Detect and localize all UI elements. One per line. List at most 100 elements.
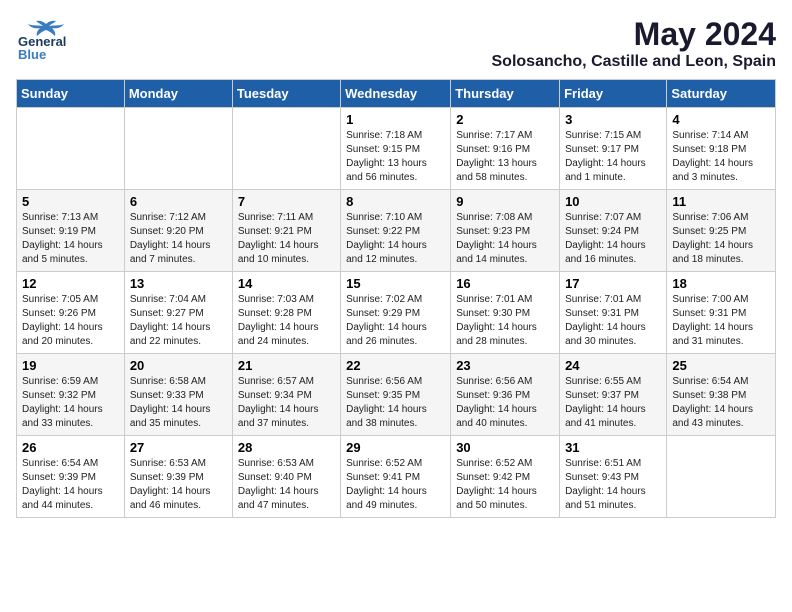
calendar-day-cell: 4Sunrise: 7:14 AMSunset: 9:18 PMDaylight… bbox=[667, 108, 776, 190]
day-number: 4 bbox=[672, 112, 770, 127]
day-number: 19 bbox=[22, 358, 119, 373]
day-info: Sunrise: 7:18 AMSunset: 9:15 PMDaylight:… bbox=[346, 129, 445, 185]
day-number: 24 bbox=[565, 358, 661, 373]
day-number: 5 bbox=[22, 194, 119, 209]
calendar-day-cell: 18 Sunrise: 7:00 AMSunset: 9:31 PMDayligh… bbox=[667, 272, 776, 354]
day-info: Sunrise: 7:13 AMSunset: 9:19 PMDaylight:… bbox=[22, 211, 119, 267]
day-number: 27 bbox=[130, 440, 227, 455]
calendar-day-cell: 20 Sunrise: 6:58 AMSunset: 9:33 PMDayligh… bbox=[124, 354, 232, 436]
calendar-day-cell: 22 Sunrise: 6:56 AMSunset: 9:35 PMDayligh… bbox=[341, 354, 451, 436]
day-number: 13 bbox=[130, 276, 227, 291]
calendar-week-row: 26 Sunrise: 6:54 AMSunset: 9:39 PMDayligh… bbox=[17, 436, 776, 518]
calendar-day-cell: 1 Sunrise: 7:18 AMSunset: 9:15 PMDaylight… bbox=[341, 108, 451, 190]
calendar-day-cell: 25Sunrise: 6:54 AMSunset: 9:38 PMDayligh… bbox=[667, 354, 776, 436]
calendar-day-cell bbox=[667, 436, 776, 518]
day-info: Sunrise: 7:08 AMSunset: 9:23 PMDaylight:… bbox=[456, 211, 554, 267]
day-info: Sunrise: 6:52 AMSunset: 9:41 PMDaylight:… bbox=[346, 457, 445, 513]
day-info: Sunrise: 6:57 AMSunset: 9:34 PMDaylight:… bbox=[238, 375, 335, 431]
day-number: 16 bbox=[456, 276, 554, 291]
calendar-day-cell: 13 Sunrise: 7:04 AMSunset: 9:27 PMDayligh… bbox=[124, 272, 232, 354]
weekday-header: Monday bbox=[124, 80, 232, 108]
calendar-day-cell: 27Sunrise: 6:53 AMSunset: 9:39 PMDayligh… bbox=[124, 436, 232, 518]
day-number: 1 bbox=[346, 112, 445, 127]
day-number: 21 bbox=[238, 358, 335, 373]
day-number: 14 bbox=[238, 276, 335, 291]
calendar-day-cell bbox=[232, 108, 340, 190]
calendar-day-cell: 3 Sunrise: 7:15 AMSunset: 9:17 PMDaylight… bbox=[560, 108, 667, 190]
day-number: 23 bbox=[456, 358, 554, 373]
day-number: 22 bbox=[346, 358, 445, 373]
logo: General Blue bbox=[16, 16, 76, 60]
day-info: Sunrise: 6:52 AMSunset: 9:42 PMDaylight:… bbox=[456, 457, 554, 513]
calendar-day-cell: 24 Sunrise: 6:55 AMSunset: 9:37 PMDayligh… bbox=[560, 354, 667, 436]
calendar-week-row: 5 Sunrise: 7:13 AMSunset: 9:19 PMDaylight… bbox=[17, 190, 776, 272]
day-info: Sunrise: 6:54 AMSunset: 9:38 PMDaylight:… bbox=[672, 375, 770, 431]
day-number: 31 bbox=[565, 440, 661, 455]
day-info: Sunrise: 6:56 AMSunset: 9:35 PMDaylight:… bbox=[346, 375, 445, 431]
calendar-day-cell: 2 Sunrise: 7:17 AMSunset: 9:16 PMDaylight… bbox=[451, 108, 560, 190]
day-info: Sunrise: 7:00 AMSunset: 9:31 PMDaylight:… bbox=[672, 293, 770, 349]
day-info: Sunrise: 6:53 AMSunset: 9:40 PMDaylight:… bbox=[238, 457, 335, 513]
day-number: 6 bbox=[130, 194, 227, 209]
calendar-day-cell: 28 Sunrise: 6:53 AMSunset: 9:40 PMDayligh… bbox=[232, 436, 340, 518]
day-info: Sunrise: 7:15 AMSunset: 9:17 PMDaylight:… bbox=[565, 129, 661, 185]
page-subtitle: Solosancho, Castille and Leon, Spain bbox=[492, 53, 777, 71]
calendar-day-cell: 29 Sunrise: 6:52 AMSunset: 9:41 PMDayligh… bbox=[341, 436, 451, 518]
day-info: Sunrise: 6:59 AMSunset: 9:32 PMDaylight:… bbox=[22, 375, 119, 431]
day-info: Sunrise: 7:12 AMSunset: 9:20 PMDaylight:… bbox=[130, 211, 227, 267]
day-info: Sunrise: 7:04 AMSunset: 9:27 PMDaylight:… bbox=[130, 293, 227, 349]
day-number: 20 bbox=[130, 358, 227, 373]
day-number: 9 bbox=[456, 194, 554, 209]
page-title: May 2024 bbox=[492, 16, 777, 53]
day-number: 15 bbox=[346, 276, 445, 291]
day-info: Sunrise: 7:03 AMSunset: 9:28 PMDaylight:… bbox=[238, 293, 335, 349]
day-number: 26 bbox=[22, 440, 119, 455]
weekday-header: Tuesday bbox=[232, 80, 340, 108]
calendar-day-cell: 11Sunrise: 7:06 AMSunset: 9:25 PMDayligh… bbox=[667, 190, 776, 272]
day-info: Sunrise: 7:05 AMSunset: 9:26 PMDaylight:… bbox=[22, 293, 119, 349]
day-number: 3 bbox=[565, 112, 661, 127]
calendar-day-cell: 31 Sunrise: 6:51 AMSunset: 9:43 PMDayligh… bbox=[560, 436, 667, 518]
calendar-day-cell: 15 Sunrise: 7:02 AMSunset: 9:29 PMDayligh… bbox=[341, 272, 451, 354]
svg-text:Blue: Blue bbox=[18, 47, 46, 60]
calendar-day-cell: 26 Sunrise: 6:54 AMSunset: 9:39 PMDayligh… bbox=[17, 436, 125, 518]
title-block: May 2024 Solosancho, Castille and Leon, … bbox=[492, 16, 777, 71]
day-number: 18 bbox=[672, 276, 770, 291]
day-info: Sunrise: 6:51 AMSunset: 9:43 PMDaylight:… bbox=[565, 457, 661, 513]
day-info: Sunrise: 6:55 AMSunset: 9:37 PMDaylight:… bbox=[565, 375, 661, 431]
calendar-week-row: 1 Sunrise: 7:18 AMSunset: 9:15 PMDaylight… bbox=[17, 108, 776, 190]
weekday-header: Sunday bbox=[17, 80, 125, 108]
day-number: 7 bbox=[238, 194, 335, 209]
calendar-day-cell: 23 Sunrise: 6:56 AMSunset: 9:36 PMDayligh… bbox=[451, 354, 560, 436]
day-number: 28 bbox=[238, 440, 335, 455]
day-number: 11 bbox=[672, 194, 770, 209]
day-info: Sunrise: 7:02 AMSunset: 9:29 PMDaylight:… bbox=[346, 293, 445, 349]
calendar-day-cell: 8Sunrise: 7:10 AMSunset: 9:22 PMDaylight… bbox=[341, 190, 451, 272]
calendar-week-row: 12Sunrise: 7:05 AMSunset: 9:26 PMDayligh… bbox=[17, 272, 776, 354]
calendar-day-cell: 16 Sunrise: 7:01 AMSunset: 9:30 PMDayligh… bbox=[451, 272, 560, 354]
calendar-day-cell: 9 Sunrise: 7:08 AMSunset: 9:23 PMDaylight… bbox=[451, 190, 560, 272]
logo-icon: General Blue bbox=[16, 16, 72, 60]
day-info: Sunrise: 6:56 AMSunset: 9:36 PMDaylight:… bbox=[456, 375, 554, 431]
calendar-day-cell: 12Sunrise: 7:05 AMSunset: 9:26 PMDayligh… bbox=[17, 272, 125, 354]
day-info: Sunrise: 7:01 AMSunset: 9:31 PMDaylight:… bbox=[565, 293, 661, 349]
day-info: Sunrise: 6:58 AMSunset: 9:33 PMDaylight:… bbox=[130, 375, 227, 431]
weekday-header: Saturday bbox=[667, 80, 776, 108]
weekday-header: Thursday bbox=[451, 80, 560, 108]
day-info: Sunrise: 6:54 AMSunset: 9:39 PMDaylight:… bbox=[22, 457, 119, 513]
day-number: 10 bbox=[565, 194, 661, 209]
calendar-day-cell: 14 Sunrise: 7:03 AMSunset: 9:28 PMDayligh… bbox=[232, 272, 340, 354]
calendar-week-row: 19 Sunrise: 6:59 AMSunset: 9:32 PMDayligh… bbox=[17, 354, 776, 436]
day-info: Sunrise: 7:17 AMSunset: 9:16 PMDaylight:… bbox=[456, 129, 554, 185]
calendar-day-cell bbox=[124, 108, 232, 190]
calendar-day-cell: 5 Sunrise: 7:13 AMSunset: 9:19 PMDaylight… bbox=[17, 190, 125, 272]
day-number: 2 bbox=[456, 112, 554, 127]
weekday-header: Wednesday bbox=[341, 80, 451, 108]
calendar-day-cell bbox=[17, 108, 125, 190]
calendar-day-cell: 6 Sunrise: 7:12 AMSunset: 9:20 PMDaylight… bbox=[124, 190, 232, 272]
day-info: Sunrise: 7:01 AMSunset: 9:30 PMDaylight:… bbox=[456, 293, 554, 349]
day-number: 8 bbox=[346, 194, 445, 209]
calendar-day-cell: 10Sunrise: 7:07 AMSunset: 9:24 PMDayligh… bbox=[560, 190, 667, 272]
weekday-header: Friday bbox=[560, 80, 667, 108]
day-number: 29 bbox=[346, 440, 445, 455]
